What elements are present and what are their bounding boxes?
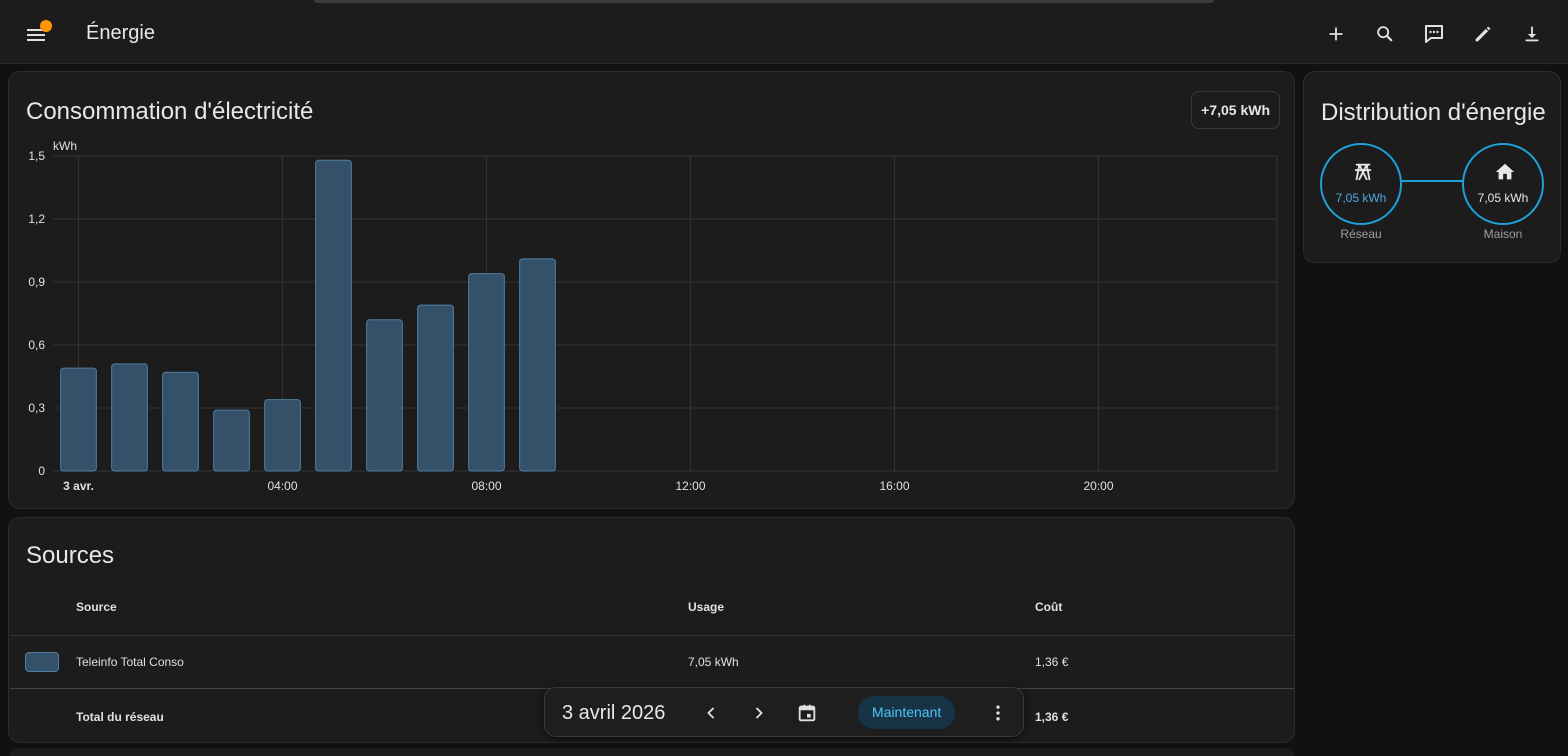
- chart-bar: [417, 304, 454, 472]
- column-header-cost[interactable]: Coût: [1035, 600, 1062, 614]
- more-options-button[interactable]: [984, 699, 1012, 727]
- home-icon: [1495, 163, 1515, 180]
- y-tick-label: 0,9: [28, 275, 45, 289]
- x-tick-label: 04:00: [267, 479, 297, 493]
- grid-node[interactable]: 7,05 kWh: [1320, 143, 1402, 225]
- source-color-swatch: [25, 652, 59, 672]
- previous-period-button[interactable]: [697, 699, 725, 727]
- y-tick-label: 1,5: [28, 149, 45, 163]
- next-card-edge: [10, 748, 1294, 756]
- distribution-card-title: Distribution d'énergie: [1321, 99, 1546, 126]
- calendar-button[interactable]: [793, 699, 821, 727]
- column-header-source[interactable]: Source: [76, 600, 117, 614]
- transmission-tower-icon: [1354, 163, 1372, 181]
- chart-bar: [264, 399, 301, 472]
- chevron-right-icon: [755, 707, 763, 719]
- chart-bar: [468, 273, 505, 472]
- source-usage: 7,05 kWh: [688, 655, 739, 669]
- x-tick-label: 20:00: [1083, 479, 1113, 493]
- grid-to-home-flow-line: [1402, 180, 1463, 182]
- chevron-left-icon: [707, 707, 715, 719]
- x-tick-label: 3 avr.: [63, 479, 94, 493]
- sources-card-title: Sources: [26, 542, 115, 569]
- chart-bar: [315, 159, 352, 472]
- grid-node-label: Réseau: [1340, 227, 1382, 241]
- chart-bar: [60, 367, 97, 472]
- chart-bar: [519, 258, 556, 472]
- grid-total-cost: 1,36 €: [1035, 710, 1069, 724]
- chart-bar: [162, 371, 199, 472]
- y-tick-label: 1,2: [28, 212, 45, 226]
- home-node[interactable]: 7,05 kWh: [1462, 143, 1544, 225]
- date-selection-bar: 3 avril 2026 Maintenant: [544, 687, 1024, 737]
- chart-bar: [366, 319, 403, 472]
- source-name: Teleinfo Total Conso: [76, 655, 184, 669]
- next-period-button[interactable]: [745, 699, 773, 727]
- more-vertical-icon: [996, 705, 1000, 721]
- grid-total-label: Total du réseau: [76, 710, 164, 724]
- selected-date[interactable]: 3 avril 2026: [562, 702, 665, 725]
- now-button[interactable]: Maintenant: [858, 696, 956, 729]
- column-header-usage[interactable]: Usage: [688, 600, 724, 614]
- x-tick-label: 16:00: [879, 479, 909, 493]
- source-cost: 1,36 €: [1035, 655, 1069, 669]
- table-divider: [10, 635, 1294, 636]
- home-node-value: 7,05 kWh: [1477, 191, 1529, 205]
- grid-node-value: 7,05 kWh: [1335, 191, 1387, 205]
- y-tick-label: 0: [38, 464, 45, 478]
- calendar-icon: [798, 704, 816, 722]
- x-tick-label: 08:00: [471, 479, 501, 493]
- chart-bar: [213, 409, 250, 472]
- chart-bar: [111, 363, 148, 472]
- y-tick-label: 0,6: [28, 338, 45, 352]
- x-tick-label: 12:00: [675, 479, 705, 493]
- home-node-label: Maison: [1483, 227, 1523, 241]
- y-axis-unit: kWh: [53, 139, 77, 153]
- y-tick-label: 0,3: [28, 401, 45, 415]
